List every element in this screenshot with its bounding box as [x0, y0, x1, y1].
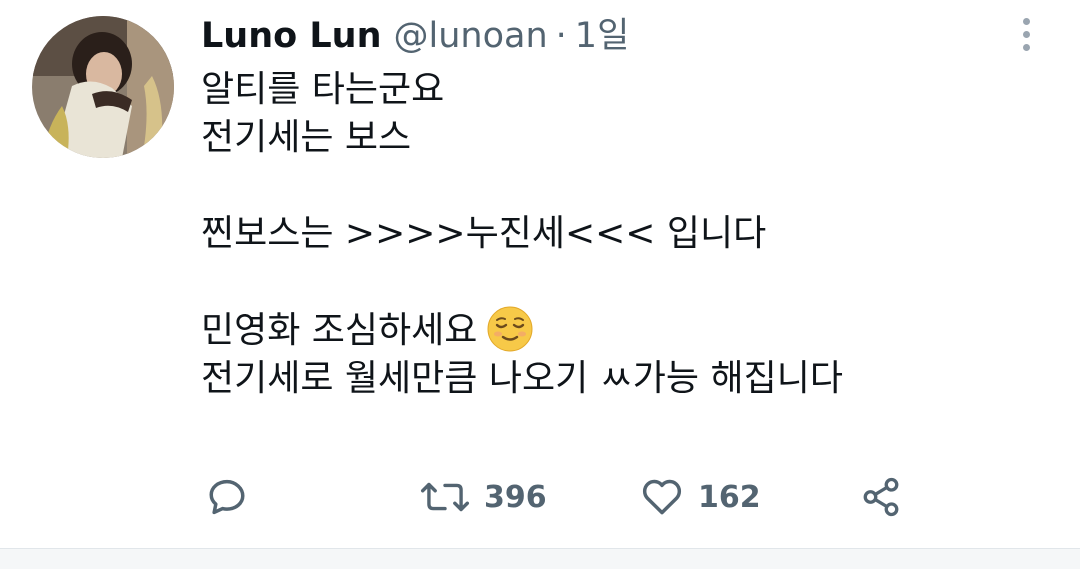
retweet-button[interactable]: 396 — [420, 470, 547, 524]
reply-button[interactable] — [205, 470, 249, 524]
share-button[interactable] — [860, 470, 902, 524]
heart-icon — [642, 479, 682, 515]
tweet-line: 전기세는 보스 — [201, 117, 412, 158]
tweet-line: 찐보스는 >>>>누진세<<< 입니다 — [201, 213, 767, 254]
separator-dot: · — [555, 16, 567, 56]
relieved-face-icon — [487, 306, 533, 352]
tweet-line: 민영화 조심하세요 — [201, 310, 478, 351]
avatar[interactable] — [32, 16, 174, 158]
retweet-icon — [420, 482, 470, 512]
tweet[interactable]: Luno Lun @lunoan · 1일 알티를 타는군요 전기세는 보스 찐… — [0, 0, 1080, 548]
retweet-count: 396 — [484, 479, 547, 515]
share-icon — [863, 477, 899, 517]
more-vertical-icon[interactable] — [1010, 12, 1042, 56]
tweet-text: 알티를 타는군요 전기세는 보스 찐보스는 >>>>누진세<<< 입니다 민영화… — [201, 66, 843, 403]
user-handle[interactable]: @lunoan — [394, 12, 548, 60]
tweet-line: 알티를 타는군요 — [201, 69, 445, 110]
like-count: 162 — [698, 479, 761, 515]
tweet-line: 전기세로 월세만큼 나오기 ㅆ가능 해집니다 — [201, 358, 843, 399]
tweet-actions: 396 162 — [0, 470, 1080, 524]
like-button[interactable]: 162 — [640, 470, 761, 524]
tweet-timestamp[interactable]: 1일 — [575, 12, 629, 60]
reply-icon — [209, 479, 245, 515]
tweet-line-with-emoji: 민영화 조심하세요 — [201, 306, 843, 355]
timeline-divider — [0, 548, 1080, 569]
display-name[interactable]: Luno Lun — [201, 12, 382, 60]
tweet-header: Luno Lun @lunoan · 1일 — [201, 12, 629, 60]
